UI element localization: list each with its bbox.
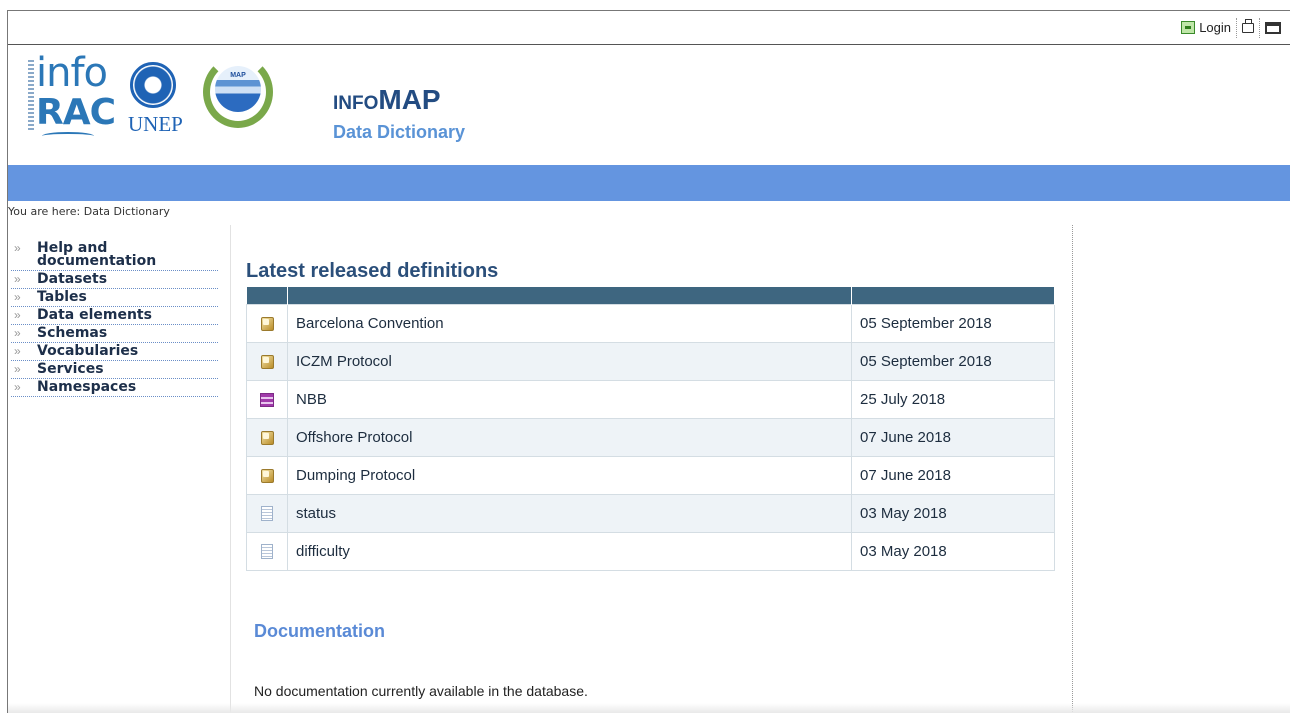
latest-definitions-heading: Latest released definitions bbox=[246, 260, 499, 282]
definition-link[interactable]: Dumping Protocol bbox=[287, 455, 852, 495]
nav-item-label: Tables bbox=[37, 289, 87, 305]
page-frame: Login info RAC UNEP MAP INFOMAP Data Dic… bbox=[7, 10, 1290, 713]
definition-date: 05 September 2018 bbox=[851, 341, 1055, 381]
table-cell-icon bbox=[246, 417, 288, 457]
site-title-prefix: INFO bbox=[333, 93, 379, 114]
table-row: Offshore Protocol 07 June 2018 bbox=[246, 417, 1055, 457]
nav-item-label: Vocabularies bbox=[37, 343, 139, 359]
definitions-table: Barcelona Convention 05 September 2018 I… bbox=[246, 287, 1055, 571]
table-row: Barcelona Convention 05 September 2018 bbox=[246, 303, 1055, 343]
map-logo-text: MAP bbox=[230, 72, 246, 79]
table-cell-icon bbox=[246, 455, 288, 495]
site-title-name: MAP bbox=[378, 84, 441, 115]
nav-item-label: Datasets bbox=[37, 271, 108, 287]
nav-item-tables[interactable]: » Tables bbox=[11, 289, 218, 307]
breadcrumb: You are here: Data Dictionary bbox=[8, 205, 170, 218]
fullscreen-icon bbox=[1265, 21, 1281, 34]
dataset-icon bbox=[260, 316, 274, 331]
table-cell-icon bbox=[246, 379, 288, 419]
definition-link[interactable]: ICZM Protocol bbox=[287, 341, 852, 381]
table-row: NBB 25 July 2018 bbox=[246, 379, 1055, 419]
table-cell-icon bbox=[246, 531, 288, 571]
definition-date: 05 September 2018 bbox=[851, 303, 1055, 343]
table-row: status 03 May 2018 bbox=[246, 493, 1055, 533]
site-subtitle: Data Dictionary bbox=[333, 122, 466, 142]
login-icon bbox=[1181, 21, 1196, 34]
site-title-main: INFOMAP bbox=[333, 86, 465, 118]
nav-item-services[interactable]: » Services bbox=[11, 361, 218, 379]
nav-arrow-icon: » bbox=[14, 272, 21, 286]
table-header-cell bbox=[287, 287, 852, 304]
logo-waves bbox=[42, 132, 94, 140]
definition-date: 03 May 2018 bbox=[851, 531, 1055, 571]
unep-emblem-icon bbox=[130, 62, 176, 108]
site-header: info RAC UNEP MAP INFOMAP Data Dictionar… bbox=[8, 46, 1290, 165]
dataset-icon bbox=[260, 354, 274, 369]
print-icon bbox=[1242, 18, 1254, 33]
inforac-logo[interactable]: info RAC bbox=[28, 50, 116, 140]
table-header-cell bbox=[851, 287, 1055, 304]
nav-item-data-elements[interactable]: » Data elements bbox=[11, 307, 218, 325]
table-cell-icon bbox=[246, 493, 288, 533]
nav-arrow-icon: » bbox=[14, 362, 21, 376]
nav-item-help[interactable]: » Help and documentation bbox=[11, 240, 218, 271]
dataset-icon bbox=[260, 468, 274, 483]
print-button[interactable] bbox=[1236, 17, 1259, 38]
definition-link[interactable]: status bbox=[287, 493, 852, 533]
table-row: ICZM Protocol 05 September 2018 bbox=[246, 341, 1055, 381]
documentation-empty-text: No documentation currently available in … bbox=[254, 683, 588, 699]
nav-arrow-icon: » bbox=[14, 326, 21, 340]
definition-date: 03 May 2018 bbox=[851, 493, 1055, 533]
table-cell-icon bbox=[246, 341, 288, 381]
definition-date: 25 July 2018 bbox=[851, 379, 1055, 419]
logo-rac-text: RAC bbox=[36, 92, 116, 133]
definition-date: 07 June 2018 bbox=[851, 455, 1055, 495]
bottom-fade bbox=[8, 703, 1290, 713]
login-label: Login bbox=[1199, 20, 1231, 35]
nav-arrow-icon: » bbox=[14, 380, 21, 394]
nav-item-schemas[interactable]: » Schemas bbox=[11, 325, 218, 343]
definition-link[interactable]: Offshore Protocol bbox=[287, 417, 852, 457]
logo-info-text: info bbox=[36, 50, 108, 96]
nav-item-label: Help and documentation bbox=[37, 240, 157, 269]
unep-text: UNEP bbox=[128, 112, 183, 136]
nav-arrow-icon: » bbox=[14, 344, 21, 358]
header-band bbox=[8, 165, 1290, 201]
logo-stripe bbox=[28, 60, 34, 130]
nav-item-datasets[interactable]: » Datasets bbox=[11, 271, 218, 289]
unep-logo[interactable]: UNEP bbox=[120, 54, 188, 136]
table-header-cell bbox=[246, 287, 288, 304]
definition-link[interactable]: difficulty bbox=[287, 531, 852, 571]
site-title: INFOMAP Data Dictionary bbox=[333, 86, 465, 143]
table-row: difficulty 03 May 2018 bbox=[246, 531, 1055, 571]
nav-item-vocabularies[interactable]: » Vocabularies bbox=[11, 343, 218, 361]
left-navigation: » Help and documentation » Datasets » Ta… bbox=[11, 240, 218, 397]
nav-item-label: Data elements bbox=[37, 307, 152, 323]
definition-link[interactable]: Barcelona Convention bbox=[287, 303, 852, 343]
nav-arrow-icon: » bbox=[14, 241, 21, 255]
documentation-heading: Documentation bbox=[254, 621, 386, 641]
nav-arrow-icon: » bbox=[14, 290, 21, 304]
login-link[interactable]: Login bbox=[1176, 18, 1236, 38]
table-row: Dumping Protocol 07 June 2018 bbox=[246, 455, 1055, 495]
nav-item-label: Schemas bbox=[37, 325, 108, 341]
definition-date: 07 June 2018 bbox=[851, 417, 1055, 457]
top-toolbar: Login bbox=[8, 11, 1290, 45]
fullscreen-button[interactable] bbox=[1259, 17, 1286, 38]
nav-item-label: Namespaces bbox=[37, 379, 137, 395]
nav-item-label: Services bbox=[37, 361, 104, 377]
map-emblem-icon: MAP bbox=[215, 66, 261, 112]
map-logo[interactable]: MAP bbox=[201, 52, 277, 132]
table-header bbox=[246, 287, 1055, 304]
document-icon bbox=[261, 506, 273, 522]
dataset-icon bbox=[260, 430, 274, 445]
main-content: Latest released definitions Barcelona Co… bbox=[230, 225, 1073, 713]
nav-arrow-icon: » bbox=[14, 308, 21, 322]
table-cell-icon bbox=[246, 303, 288, 343]
document-icon bbox=[261, 544, 273, 560]
definition-link[interactable]: NBB bbox=[287, 379, 852, 419]
nav-item-namespaces[interactable]: » Namespaces bbox=[11, 379, 218, 397]
schema-icon bbox=[260, 392, 274, 407]
